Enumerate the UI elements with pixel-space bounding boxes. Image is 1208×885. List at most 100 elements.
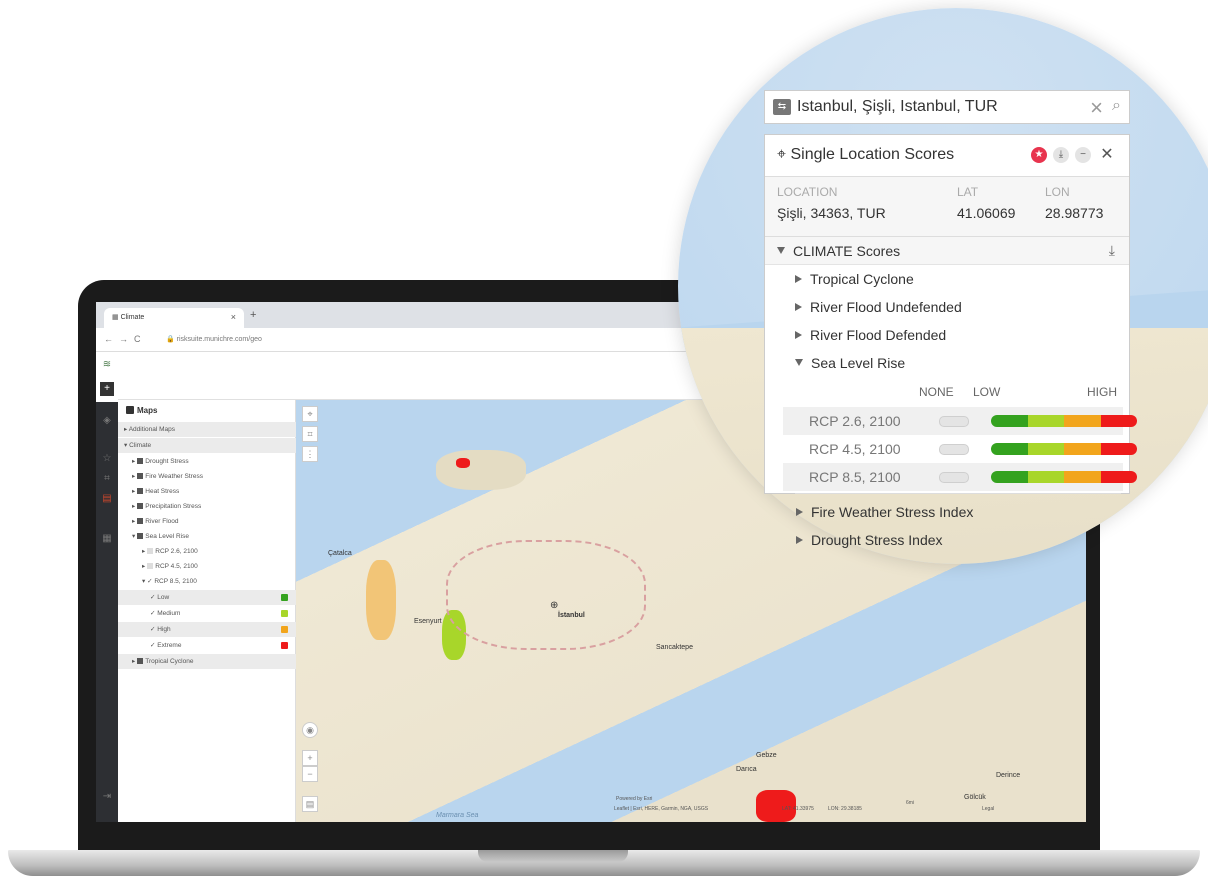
maps-row-precipitation[interactable]: ▸ Precipitation Stress bbox=[118, 499, 296, 514]
score-item-drought-stress[interactable]: Drought Stress Index bbox=[796, 532, 943, 548]
tab-favicon-icon: ▦ bbox=[112, 314, 121, 321]
legend-swatch-medium bbox=[281, 610, 288, 617]
maps-panel: Maps ▸ Additional Maps ▾ Climate ▸ Drough… bbox=[118, 400, 296, 822]
coord-lat: LAT: 41.33975 bbox=[782, 806, 814, 812]
legend-swatch-low bbox=[281, 594, 288, 601]
zoom-in-button[interactable]: + bbox=[302, 750, 318, 766]
score-item-river-flood-undefended[interactable]: River Flood Undefended bbox=[795, 299, 962, 315]
add-icon[interactable]: + bbox=[100, 382, 114, 396]
maps-row-drought[interactable]: ▸ Drought Stress bbox=[118, 454, 296, 469]
layers-icon[interactable]: ◈ bbox=[100, 414, 114, 428]
maps-row-rcp45[interactable]: ▸ RCP 4.5, 2100 bbox=[118, 559, 296, 574]
climate-scores-label: CLIMATE Scores bbox=[793, 243, 901, 259]
location-pin-icon[interactable]: ⊕ bbox=[550, 600, 558, 611]
crosshair-icon[interactable]: ⌗ bbox=[100, 472, 114, 486]
map-risk-zone-orange bbox=[366, 560, 396, 640]
map-label-golcuk: Gölcük bbox=[964, 794, 986, 801]
select-area-icon[interactable]: ⌗ bbox=[302, 426, 318, 442]
map-terrain bbox=[436, 450, 526, 490]
map-label-darica: Darıca bbox=[736, 766, 757, 773]
legend-swatch-high bbox=[281, 626, 288, 633]
browser-tab[interactable]: ▦ Climate × bbox=[104, 308, 244, 328]
rcp-row-8-5: RCP 8.5, 2100 bbox=[783, 463, 1137, 491]
score-item-sea-level-rise[interactable]: Sea Level Rise bbox=[795, 355, 905, 371]
map-layers-icon[interactable]: ▤ bbox=[302, 796, 318, 812]
legal-link[interactable]: Legal bbox=[982, 806, 994, 812]
score-item-tropical-cyclone[interactable]: Tropical Cyclone bbox=[795, 271, 914, 287]
location-info: LOCATION Şişli, 34363, TUR LAT 41.06069 … bbox=[765, 177, 1129, 237]
panel-title: ⌖ Single Location Scores bbox=[777, 146, 955, 163]
location-value: Şişli, 34363, TUR bbox=[777, 205, 886, 221]
lon-value: 28.98773 bbox=[1045, 205, 1104, 221]
coord-lon: LON: 29.38185 bbox=[828, 806, 862, 812]
scale-none: NONE bbox=[919, 385, 954, 399]
locate-icon[interactable]: ⌖ bbox=[302, 406, 318, 422]
map-risk-zone-red bbox=[456, 458, 470, 468]
logout-icon[interactable]: ⇥ bbox=[100, 790, 114, 804]
download-icon[interactable]: ⤓ bbox=[1053, 147, 1069, 163]
maps-row-climate[interactable]: ▾ Climate bbox=[118, 438, 296, 453]
score-item-river-flood-defended[interactable]: River Flood Defended bbox=[795, 327, 946, 343]
risk-bar bbox=[991, 415, 1137, 427]
map-attribution[interactable]: Leaflet | Esri, HERE, Garmin, NGA, USGS bbox=[614, 806, 708, 812]
map-roads bbox=[446, 540, 646, 650]
lat-value: 41.06069 bbox=[957, 205, 1016, 221]
maps-row-tropical-cyclone[interactable]: ▸ Tropical Cyclone bbox=[118, 654, 296, 669]
powered-by: Powered by Esri bbox=[616, 796, 653, 802]
lon-label: LON bbox=[1045, 185, 1070, 199]
maps-row-additional[interactable]: ▸ Additional Maps bbox=[118, 422, 296, 437]
search-icon[interactable]: ⌕ bbox=[1112, 97, 1121, 115]
map-scale: 6mi bbox=[906, 800, 915, 806]
maps-row-rcp85[interactable]: ▾ ✓ RCP 8.5, 2100 bbox=[118, 574, 296, 589]
app-logo-icon: ≋ bbox=[102, 359, 112, 370]
location-toggle-icon[interactable]: ⇆ bbox=[773, 99, 791, 115]
tab-close-icon[interactable]: × bbox=[231, 312, 236, 322]
none-indicator bbox=[939, 472, 969, 483]
maps-row-fire-weather[interactable]: ▸ Fire Weather Stress bbox=[118, 469, 296, 484]
maps-row-rcp26[interactable]: ▸ RCP 2.6, 2100 bbox=[118, 544, 296, 559]
legend-row-high[interactable]: ✓ High bbox=[118, 622, 296, 637]
score-item-fire-weather[interactable]: Fire Weather Stress Index bbox=[796, 504, 973, 520]
close-icon[interactable]: ✕ bbox=[1099, 147, 1115, 163]
maps-row-river-flood[interactable]: ▸ River Flood bbox=[118, 514, 296, 529]
legend-row-low[interactable]: ✓ Low bbox=[118, 590, 296, 605]
risk-bar bbox=[991, 471, 1137, 483]
lat-label: LAT bbox=[957, 185, 979, 199]
location-search-input[interactable]: ⇆ Istanbul, Şişli, Istanbul, TUR × ⌕ bbox=[764, 90, 1130, 124]
map-label-gebze: Gebze bbox=[756, 752, 777, 759]
rcp-row-2-6: RCP 2.6, 2100 bbox=[783, 407, 1137, 435]
tab-title: Climate bbox=[120, 314, 145, 321]
risk-bar bbox=[991, 443, 1137, 455]
search-value: Istanbul, Şişli, Istanbul, TUR bbox=[797, 98, 998, 115]
star-icon[interactable]: ☆ bbox=[100, 452, 114, 466]
measure-icon[interactable]: ⋮ bbox=[302, 446, 318, 462]
panel-header: ⌖ Single Location Scores ★ ⤓ − ✕ bbox=[765, 135, 1129, 177]
new-tab-button[interactable]: + bbox=[250, 309, 256, 321]
nav-buttons[interactable]: ←→C bbox=[104, 334, 147, 344]
app-logo-area: ≋ + bbox=[96, 352, 118, 402]
clear-search-icon[interactable]: × bbox=[1090, 95, 1103, 121]
map-label-catalca: Çatalca bbox=[328, 550, 352, 557]
scale-high: HIGH bbox=[1087, 385, 1117, 399]
rcp-label: RCP 4.5, 2100 bbox=[809, 441, 901, 457]
map-label-esenyurt: Esenyurt bbox=[414, 618, 442, 625]
divider bbox=[795, 493, 1121, 494]
url-text: risksuite.munichre.com/geo bbox=[176, 336, 262, 343]
rcp-label: RCP 8.5, 2100 bbox=[809, 469, 901, 485]
url-field[interactable]: 🔒 risksuite.munichre.com/geo bbox=[166, 335, 262, 343]
climate-scores-header[interactable]: CLIMATE Scores ⤓ bbox=[765, 237, 1129, 265]
map-label-sea: Marmara Sea bbox=[436, 812, 479, 819]
maps-row-heat[interactable]: ▸ Heat Stress bbox=[118, 484, 296, 499]
basemap-icon[interactable]: ◉ bbox=[302, 722, 318, 738]
maps-row-sea-level[interactable]: ▾ Sea Level Rise bbox=[118, 529, 296, 544]
single-location-scores-panel: ⌖ Single Location Scores ★ ⤓ − ✕ LOCATIO… bbox=[764, 134, 1137, 494]
map-label-istanbul: İstanbul bbox=[558, 612, 585, 619]
favorite-icon[interactable]: ★ bbox=[1031, 147, 1047, 163]
legend-row-medium[interactable]: ✓ Medium bbox=[118, 606, 296, 621]
minimize-icon[interactable]: − bbox=[1075, 147, 1091, 163]
grid-icon[interactable]: ▦ bbox=[100, 532, 114, 546]
legend-row-extreme[interactable]: ✓ Extreme bbox=[118, 638, 296, 653]
map-icon[interactable]: ▤ bbox=[100, 492, 114, 506]
section-download-icon[interactable]: ⤓ bbox=[1109, 242, 1115, 259]
zoom-out-button[interactable]: − bbox=[302, 766, 318, 782]
